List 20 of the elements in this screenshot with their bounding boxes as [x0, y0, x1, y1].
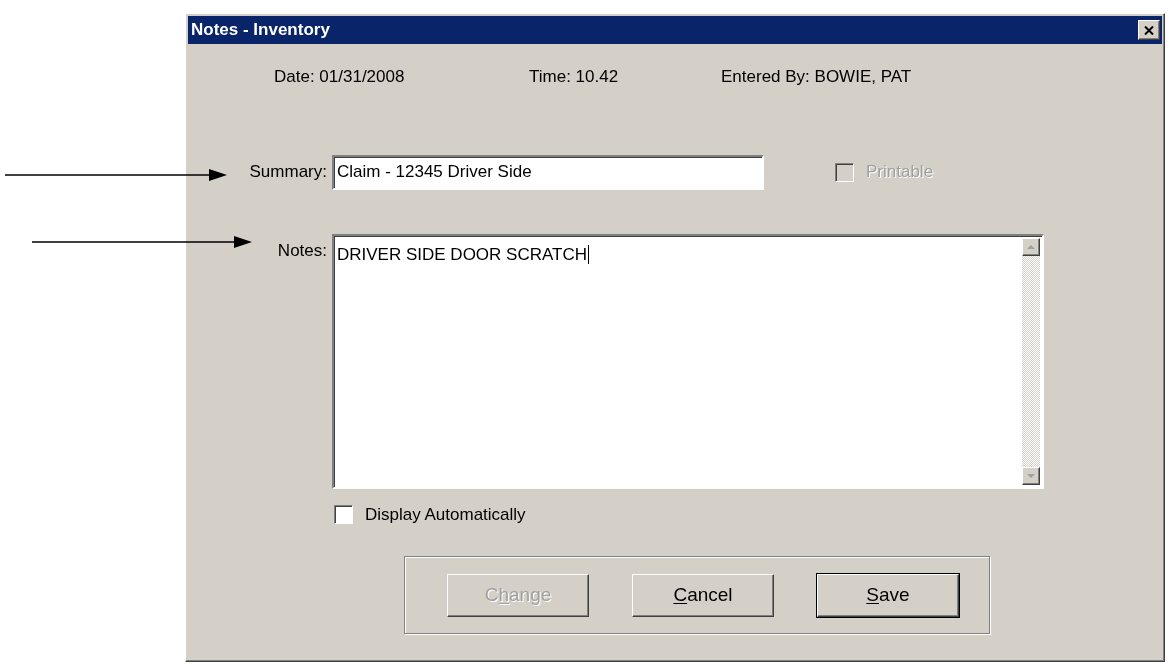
checkbox-label: Display Automatically — [365, 503, 526, 526]
notes-text: DRIVER SIDE DOOR SCRATCH — [337, 244, 589, 264]
info-text: Entered By: BOWIE, PAT — [721, 66, 913, 88]
summary-field[interactable]: Claim - 12345 Driver Side — [332, 154, 764, 190]
dialog-button[interactable]: Save — [817, 573, 959, 617]
info-text: Date: 01/31/2008 — [274, 66, 406, 88]
info-text: Time: 10.42 — [529, 66, 620, 88]
notes-label: Notes: — [276, 239, 328, 262]
summary-label: Summary: — [248, 161, 328, 184]
close-button[interactable] — [1138, 20, 1160, 40]
scrollbar[interactable] — [1022, 237, 1040, 485]
close-icon — [1144, 25, 1154, 35]
scroll-down-button[interactable] — [1022, 466, 1040, 485]
scroll-up-button[interactable] — [1022, 237, 1040, 256]
notes-field[interactable]: DRIVER SIDE DOOR SCRATCH — [332, 233, 1044, 489]
up-arrow-icon — [1027, 244, 1035, 249]
down-arrow-icon — [1027, 473, 1035, 478]
dialog-button[interactable]: Cancel — [632, 573, 774, 617]
window-title: Notes - Inventory — [191, 19, 330, 42]
checkbox[interactable] — [334, 504, 353, 524]
